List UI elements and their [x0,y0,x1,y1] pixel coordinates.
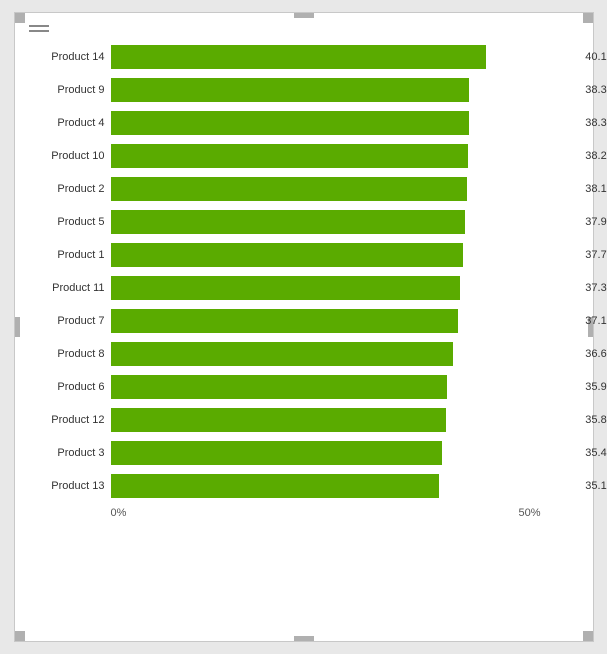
bar-label: Product 14 [29,51,111,63]
bar-container: 35.9% [111,375,579,399]
bar-row: Product 1137.3% [29,273,579,303]
toolbar-left [29,25,49,32]
bar-label: Product 1 [29,249,111,261]
expand-button[interactable] [555,27,563,31]
bar-fill [111,309,458,333]
chart-toolbar [25,25,583,32]
axis-labels: 0% 50% [111,507,579,519]
bar-container: 40.1% [111,45,579,69]
bar-container: 35.8% [111,408,579,432]
bar-fill [111,45,486,69]
bar-fill [111,441,442,465]
bar-label: Product 3 [29,447,111,459]
bar-fill [111,144,469,168]
bar-label: Product 10 [29,150,111,162]
bar-container: 37.1% [111,309,579,333]
bar-fill [111,243,464,267]
bar-container: 38.2% [111,144,579,168]
bar-label: Product 9 [29,84,111,96]
chart-card: Product 1440.1%Product 938.3%Product 438… [14,12,594,642]
bar-container: 37.3% [111,276,579,300]
bar-value: 36.6% [585,348,607,360]
resize-handle-br[interactable] [583,631,593,641]
bar-fill [111,276,460,300]
bar-label: Product 7 [29,315,111,327]
axis-min-label: 0% [111,507,127,519]
bar-value: 37.7% [585,249,607,261]
bar-label: Product 11 [29,282,111,294]
bar-row: Product 635.9% [29,372,579,402]
bar-label: Product 8 [29,348,111,360]
bar-fill [111,342,454,366]
drag-handle-icon[interactable] [29,25,49,32]
bar-fill [111,408,446,432]
bar-container: 38.3% [111,78,579,102]
bar-value: 37.9% [585,216,607,228]
resize-handle-bottom[interactable] [294,636,314,641]
bar-value: 38.1% [585,183,607,195]
bar-fill [111,375,447,399]
resize-handle-tr[interactable] [583,13,593,23]
bar-label: Product 5 [29,216,111,228]
bar-row: Product 335.4% [29,438,579,468]
x-axis: 0% 50% [29,507,579,519]
bar-value: 38.3% [585,84,607,96]
bar-label: Product 13 [29,480,111,492]
bar-row: Product 238.1% [29,174,579,204]
bar-container: 35.4% [111,441,579,465]
bar-value: 37.1% [585,315,607,327]
bar-row: Product 1335.1% [29,471,579,501]
resize-handle-bl[interactable] [15,631,25,641]
bar-label: Product 12 [29,414,111,426]
bar-row: Product 1440.1% [29,42,579,72]
bar-container: 38.3% [111,111,579,135]
bar-value: 35.8% [585,414,607,426]
bar-row: Product 438.3% [29,108,579,138]
resize-handle-left[interactable] [15,317,20,337]
bar-container: 35.1% [111,474,579,498]
toolbar-right [555,27,579,31]
bar-value: 35.9% [585,381,607,393]
bar-row: Product 137.7% [29,240,579,270]
bar-value: 37.3% [585,282,607,294]
bar-label: Product 6 [29,381,111,393]
bar-label: Product 4 [29,117,111,129]
bar-fill [111,474,440,498]
bar-row: Product 537.9% [29,207,579,237]
bar-container: 37.9% [111,210,579,234]
resize-handle-tl[interactable] [15,13,25,23]
bar-value: 38.2% [585,150,607,162]
bar-row: Product 938.3% [29,75,579,105]
bar-row: Product 836.6% [29,339,579,369]
bar-container: 37.7% [111,243,579,267]
bar-value: 40.1% [585,51,607,63]
bar-row: Product 1038.2% [29,141,579,171]
bar-container: 36.6% [111,342,579,366]
bar-value: 35.4% [585,447,607,459]
bar-value: 35.1% [585,480,607,492]
bar-row: Product 1235.8% [29,405,579,435]
bar-label: Product 2 [29,183,111,195]
bar-fill [111,111,469,135]
bar-value: 38.3% [585,117,607,129]
bar-fill [111,210,466,234]
bar-fill [111,177,468,201]
resize-handle-top[interactable] [294,13,314,18]
chart-area: Product 1440.1%Product 938.3%Product 438… [25,42,583,519]
more-options-button[interactable] [571,27,579,31]
bar-fill [111,78,469,102]
bar-row: Product 737.1% [29,306,579,336]
bar-container: 38.1% [111,177,579,201]
axis-max-label: 50% [518,507,540,519]
